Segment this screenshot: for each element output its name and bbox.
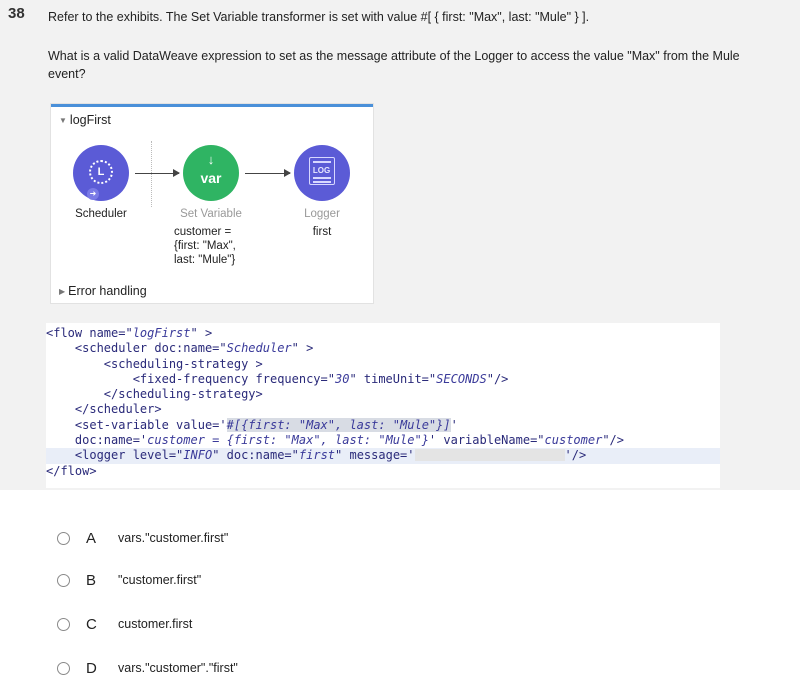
scheduler-node[interactable]: L ➜ <box>73 145 129 201</box>
scheduler-label: Scheduler <box>75 208 127 220</box>
option-letter: C <box>86 615 97 633</box>
xml-code-block: <flow name="logFirst" > <scheduler doc:n… <box>46 323 720 488</box>
log-icon: LOG <box>309 157 335 185</box>
clock-icon: L <box>89 160 113 184</box>
code-line: doc:name='customer = {first: "Max", last… <box>46 433 624 448</box>
code-line: <flow name="logFirst" > <box>46 326 213 340</box>
collapse-triangle-icon[interactable]: ▼ <box>59 116 67 125</box>
radio-button[interactable] <box>57 661 70 675</box>
option-letter: A <box>86 529 97 547</box>
option-letter: D <box>86 659 97 677</box>
code-line: <fixed-frequency frequency="30" timeUnit… <box>46 371 509 386</box>
option-b[interactable]: B "customer.first" <box>57 570 201 590</box>
error-handling-toggle[interactable]: ▶ Error handling <box>59 284 147 298</box>
connector-arrow <box>135 169 180 177</box>
option-c[interactable]: C customer.first <box>57 614 192 634</box>
code-line: <scheduling-strategy > <box>46 356 263 371</box>
down-arrow-icon: ↓ <box>207 152 215 167</box>
logger-label: Logger <box>304 208 340 220</box>
option-a[interactable]: A vars."customer.first" <box>57 528 228 548</box>
option-text: "customer.first" <box>118 573 202 587</box>
question-panel: 38 Refer to the exhibits. The Set Variab… <box>0 0 800 490</box>
radio-button[interactable] <box>57 573 70 587</box>
redacted-message <box>414 449 565 462</box>
expand-triangle-icon[interactable]: ▶ <box>59 287 65 296</box>
option-d[interactable]: D vars."customer"."first" <box>57 658 238 678</box>
flow-diagram: ▼ logFirst L ➜ ↓ var LOG Scheduler Set Va… <box>51 104 373 303</box>
question-prompt: What is a valid DataWeave expression to … <box>48 49 740 81</box>
code-line: </scheduler> <box>46 402 162 417</box>
option-text: customer.first <box>118 617 193 631</box>
radio-button[interactable] <box>57 617 70 631</box>
set-variable-node[interactable]: ↓ var <box>183 145 239 201</box>
code-line: </flow> <box>46 463 97 478</box>
logger-node[interactable]: LOG <box>294 145 350 201</box>
option-text: vars."customer"."first" <box>118 661 238 675</box>
radio-button[interactable] <box>57 531 70 545</box>
question-stem: Refer to the exhibits. The Set Variable … <box>48 10 590 24</box>
flow-title[interactable]: ▼ logFirst <box>59 113 111 127</box>
code-line-highlighted: <logger level="INFO" doc:name="first" me… <box>46 448 720 464</box>
source-divider <box>151 141 152 207</box>
code-line: </scheduling-strategy> <box>46 387 263 402</box>
logger-sublabel: first <box>312 226 332 238</box>
code-line: <set-variable value='#[{first: "Max", la… <box>46 417 458 432</box>
connector-arrow <box>245 169 291 177</box>
option-text: vars."customer.first" <box>118 531 229 545</box>
set-variable-detail: customer = {first: "Max", last: "Mule"} <box>174 226 236 266</box>
var-icon-label: var <box>200 170 222 186</box>
option-letter: B <box>86 571 97 589</box>
arrow-badge-icon: ➜ <box>87 188 99 200</box>
code-line: <scheduler doc:name="Scheduler" > <box>46 341 314 356</box>
question-number: 38 <box>8 5 25 22</box>
set-variable-label: Set Variable <box>180 208 242 220</box>
